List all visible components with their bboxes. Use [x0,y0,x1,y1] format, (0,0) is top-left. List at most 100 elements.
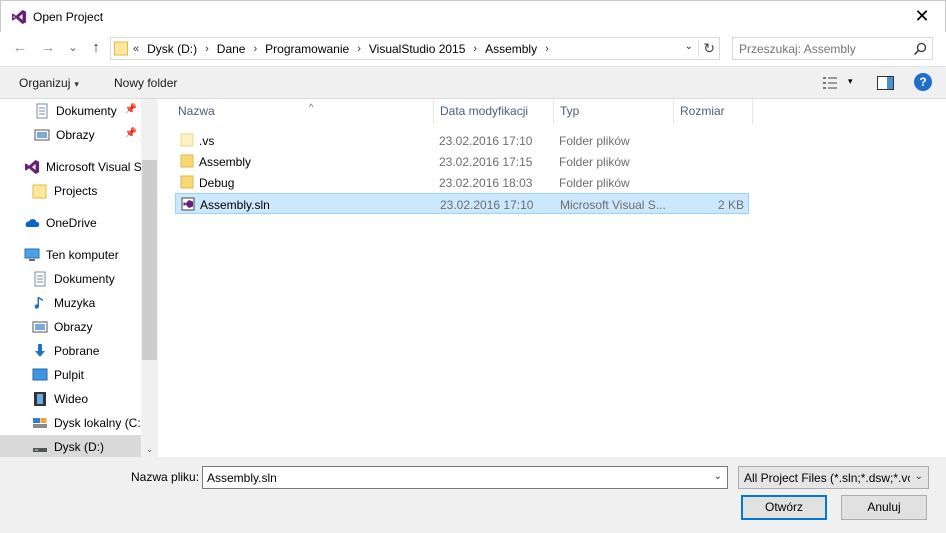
cancel-button[interactable]: Anuluj [841,495,927,520]
chevron-down-icon: ▾ [74,79,79,89]
breadcrumb-item[interactable]: VisualStudio 2015 [369,42,466,56]
sidebar-item-documents-quick[interactable]: Dokumenty 📌 [0,99,141,123]
music-icon [34,297,43,309]
computer-icon [24,248,40,261]
file-date: 23.02.2016 17:15 [439,155,533,169]
documents-icon [36,103,48,119]
sidebar-item-desktop[interactable]: Pulpit [0,363,141,387]
folder-icon [180,154,194,168]
pin-icon: 📌 [124,104,137,115]
breadcrumb-separator[interactable]: › [357,43,361,55]
sidebar-item-visual-studio[interactable]: Microsoft Visual S [0,155,141,179]
folder-icon [180,175,194,189]
organize-menu-button[interactable]: Organizuj ▾ [19,76,79,90]
column-header-size[interactable]: Rozmiar [674,99,753,124]
drive-icon [33,448,47,452]
new-folder-button[interactable]: Nowy folder [114,76,177,90]
sidebar-item-label: Ten komputer [46,248,119,262]
onedrive-icon [25,219,40,227]
breadcrumb-overflow[interactable]: « [133,43,139,55]
folder-icon [180,133,194,147]
breadcrumb-separator[interactable]: › [545,43,549,55]
sidebar-item-music[interactable]: Muzyka [0,291,141,315]
file-type-filter-select[interactable]: All Project Files (*.sln;*.dsw;*.vc ⌄ [738,466,929,489]
help-icon[interactable]: ? [914,73,932,91]
file-name: Assembly.sln [200,198,270,212]
filename-label: Nazwa pliku: [131,470,200,484]
organize-label: Organizuj [19,76,71,90]
sidebar-item-local-disk-c[interactable]: Dysk lokalny (C:) [0,411,141,435]
sidebar-item-label: Pobrane [54,344,100,358]
sidebar-item-label: Dokumenty [54,272,115,286]
file-row-selected[interactable]: Assembly.sln 23.02.2016 17:10 Microsoft … [175,193,749,214]
view-dropdown-button[interactable]: ▾ [848,76,853,87]
pin-icon: 📌 [124,128,137,139]
scroll-down-button[interactable]: ⌄ [141,444,158,455]
column-header-label: Nazwa [178,104,215,118]
file-size: 2 KB [717,198,744,212]
view-options-icon[interactable] [822,76,838,90]
file-name: Debug [199,176,235,190]
downloads-icon [35,344,45,357]
file-row[interactable]: Assembly 23.02.2016 17:15 Folder plików [175,151,749,172]
search-icon[interactable] [913,42,927,56]
documents-icon [34,271,46,287]
sidebar-item-projects[interactable]: Projects [0,179,141,203]
sidebar-item-downloads[interactable]: Pobrane [0,339,141,363]
breadcrumb-item[interactable]: Assembly [485,42,537,56]
sidebar-item-label: Microsoft Visual S [46,160,141,174]
file-row[interactable]: Debug 23.02.2016 18:03 Folder plików [175,172,749,193]
sidebar-item-documents[interactable]: Dokumenty [0,267,141,291]
filename-combobox: ⌄ [202,466,728,489]
sidebar-item-this-pc[interactable]: Ten komputer [0,243,141,267]
pictures-icon [34,129,50,141]
navigation-pane: Dokumenty 📌 Obrazy 📌 Microsoft Visual S … [0,99,158,457]
sidebar-item-label: Dysk (D:) [54,440,104,454]
file-name: Assembly [199,155,252,169]
file-date: 23.02.2016 18:03 [439,176,533,190]
file-type: Folder plików [559,176,630,190]
file-date: 23.02.2016 17:10 [440,198,534,212]
pictures-icon [32,321,48,333]
breadcrumb-separator[interactable]: › [205,43,209,55]
recent-locations-button[interactable]: ⌄ [65,40,81,56]
address-dropdown-button[interactable]: ⌄ [685,41,693,52]
refresh-button[interactable]: ↻ [698,40,715,57]
breadcrumb-separator[interactable]: › [253,43,257,55]
sidebar-item-label: Dysk lokalny (C:) [54,416,141,430]
sidebar-item-onedrive[interactable]: OneDrive [0,211,141,235]
breadcrumb-item[interactable]: Dane [217,42,246,56]
video-icon [34,392,46,406]
search-box [732,37,933,60]
file-row[interactable]: .vs 23.02.2016 17:10 Folder plików [175,130,749,151]
folder-icon [114,41,128,56]
breadcrumb: « Dysk (D:) › Dane › Programowanie › Vis… [133,42,557,56]
back-button[interactable]: ← [12,40,28,56]
sidebar-item-disk-d[interactable]: Dysk (D:) [0,435,141,457]
filename-dropdown-button[interactable]: ⌄ [714,471,722,482]
column-header-date[interactable]: Data modyfikacji [434,99,554,124]
column-header-name[interactable]: Nazwa ^ [172,99,434,124]
open-button[interactable]: Otwórz [741,495,827,520]
sidebar-item-pictures[interactable]: Obrazy [0,315,141,339]
breadcrumb-separator[interactable]: › [473,43,477,55]
chevron-down-icon: ⌄ [914,471,923,482]
scrollbar-thumb[interactable] [142,160,157,360]
filename-input[interactable] [207,470,697,485]
sidebar-scrollbar[interactable]: ⌄ [141,99,158,457]
desktop-icon [32,368,48,381]
sidebar-item-label: Dokumenty [56,104,117,118]
file-type-filter-value: All Project Files (*.sln;*.dsw;*.vc [744,471,910,485]
close-button[interactable]: ✕ [899,1,945,32]
sidebar-item-videos[interactable]: Wideo [0,387,141,411]
sidebar-item-pictures-quick[interactable]: Obrazy 📌 [0,123,141,147]
address-bar[interactable]: « Dysk (D:) › Dane › Programowanie › Vis… [110,37,720,60]
breadcrumb-item[interactable]: Dysk (D:) [147,42,197,56]
column-header-type[interactable]: Typ [554,99,674,124]
preview-pane-icon[interactable] [877,76,894,90]
forward-button[interactable]: → [40,40,56,56]
search-input[interactable] [739,41,909,56]
sidebar-item-label: Wideo [54,392,89,406]
breadcrumb-item[interactable]: Programowanie [265,42,349,56]
up-button[interactable]: ↑ [88,40,104,56]
